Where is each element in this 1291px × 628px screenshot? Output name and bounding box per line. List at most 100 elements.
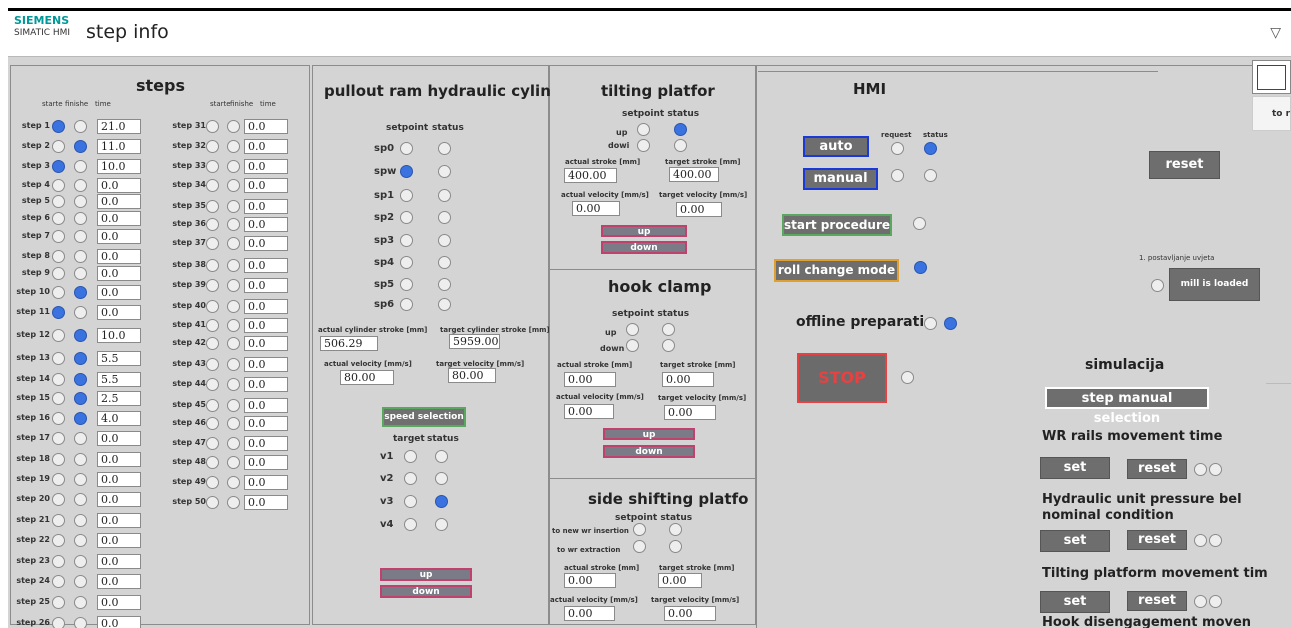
step-started-radio[interactable] [52,392,65,405]
step-started-radio[interactable] [52,120,65,133]
step-finished-radio[interactable] [227,378,240,391]
manual-status-radio[interactable] [924,169,937,182]
pullout-status-radio[interactable] [438,189,451,202]
step-finished-radio[interactable] [74,286,87,299]
step-started-radio[interactable] [206,358,219,371]
side-wr-ext-setpoint-radio[interactable] [633,540,646,553]
wr-rails-reset-button[interactable]: reset [1127,459,1187,479]
step-finished-radio[interactable] [74,373,87,386]
step-started-radio[interactable] [52,453,65,466]
wr-rails-radio-1[interactable] [1194,463,1207,476]
step-finished-radio[interactable] [74,555,87,568]
step-started-radio[interactable] [52,617,65,628]
step-finished-radio[interactable] [227,237,240,250]
step-finished-radio[interactable] [74,179,87,192]
step-finished-radio[interactable] [74,267,87,280]
step-finished-radio[interactable] [74,195,87,208]
step-started-radio[interactable] [206,337,219,350]
step-started-radio[interactable] [206,319,219,332]
wr-rails-set-button[interactable]: set [1040,457,1110,479]
roll-change-status-radio[interactable] [914,261,927,274]
step-started-radio[interactable] [206,259,219,272]
speed-status-radio[interactable] [435,518,448,531]
step-started-radio[interactable] [52,514,65,527]
step-started-radio[interactable] [52,195,65,208]
step-manual-selection-button[interactable]: step manual selection [1045,387,1209,426]
step-started-radio[interactable] [206,200,219,213]
hydraulic-reset-button[interactable]: reset [1127,530,1187,550]
step-started-radio[interactable] [52,329,65,342]
hook-down-button[interactable]: down [603,445,695,458]
mill-loaded-radio[interactable] [1151,279,1164,292]
roll-change-mode-button[interactable]: roll change mode [774,259,899,282]
auto-status-radio[interactable] [924,142,937,155]
speed-status-radio[interactable] [435,472,448,485]
step-started-radio[interactable] [52,267,65,280]
side-wr-ext-status-radio[interactable] [669,540,682,553]
step-finished-radio[interactable] [74,514,87,527]
wr-rails-radio-2[interactable] [1209,463,1222,476]
step-finished-radio[interactable] [227,399,240,412]
pullout-up-button[interactable]: up [380,568,472,581]
step-finished-radio[interactable] [227,179,240,192]
step-started-radio[interactable] [52,179,65,192]
step-started-radio[interactable] [206,120,219,133]
pullout-status-radio[interactable] [438,165,451,178]
step-finished-radio[interactable] [227,437,240,450]
tilting-reset-button[interactable]: reset [1127,591,1187,611]
pullout-setpoint-radio[interactable] [400,256,413,269]
speed-status-radio[interactable] [435,450,448,463]
step-finished-radio[interactable] [227,417,240,430]
step-finished-radio[interactable] [74,575,87,588]
speed-target-radio[interactable] [404,495,417,508]
tilting-up-button[interactable]: up [601,225,687,237]
step-finished-radio[interactable] [227,476,240,489]
step-started-radio[interactable] [52,534,65,547]
step-finished-radio[interactable] [227,259,240,272]
step-finished-radio[interactable] [74,596,87,609]
step-started-radio[interactable] [52,412,65,425]
step-finished-radio[interactable] [74,140,87,153]
hook-up-setpoint-radio[interactable] [626,323,639,336]
pullout-setpoint-radio[interactable] [400,211,413,224]
step-finished-radio[interactable] [74,306,87,319]
pullout-status-radio[interactable] [438,142,451,155]
tilting-down-status-radio[interactable] [674,139,687,152]
pullout-setpoint-radio[interactable] [400,165,413,178]
step-finished-radio[interactable] [74,453,87,466]
pullout-setpoint-radio[interactable] [400,298,413,311]
step-started-radio[interactable] [206,476,219,489]
step-finished-radio[interactable] [74,212,87,225]
step-started-radio[interactable] [52,230,65,243]
step-finished-radio[interactable] [74,352,87,365]
dropdown-icon[interactable]: ▽ [1270,25,1281,41]
pullout-down-button[interactable]: down [380,585,472,598]
pullout-status-radio[interactable] [438,211,451,224]
step-started-radio[interactable] [206,237,219,250]
step-finished-radio[interactable] [227,140,240,153]
hydraulic-set-button[interactable]: set [1040,530,1110,552]
hydraulic-radio-2[interactable] [1209,534,1222,547]
step-finished-radio[interactable] [227,496,240,509]
step-started-radio[interactable] [206,496,219,509]
step-started-radio[interactable] [206,437,219,450]
step-started-radio[interactable] [206,378,219,391]
step-started-radio[interactable] [52,493,65,506]
pullout-setpoint-radio[interactable] [400,189,413,202]
step-finished-radio[interactable] [74,160,87,173]
speed-selection-button[interactable]: speed selection [382,407,466,427]
step-finished-radio[interactable] [227,337,240,350]
step-started-radio[interactable] [52,160,65,173]
step-started-radio[interactable] [52,575,65,588]
auto-request-radio[interactable] [891,142,904,155]
step-finished-radio[interactable] [227,160,240,173]
speed-status-radio[interactable] [435,495,448,508]
step-finished-radio[interactable] [227,218,240,231]
offline-request-radio[interactable] [924,317,937,330]
step-started-radio[interactable] [52,286,65,299]
step-started-radio[interactable] [206,399,219,412]
pullout-setpoint-radio[interactable] [400,278,413,291]
step-finished-radio[interactable] [74,250,87,263]
auto-button[interactable]: auto [803,136,869,157]
manual-request-radio[interactable] [891,169,904,182]
